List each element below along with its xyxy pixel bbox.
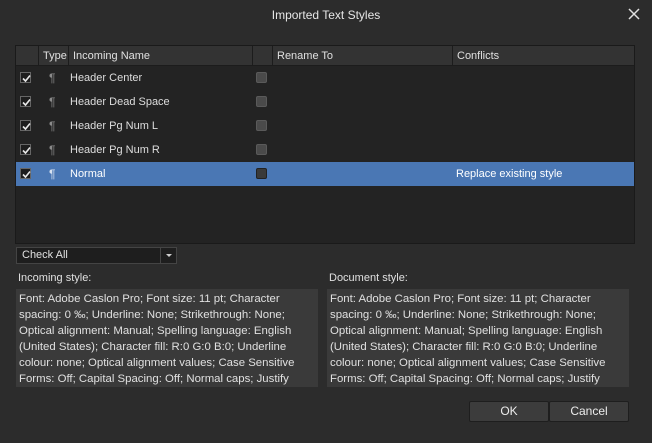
document-style-label: Document style: xyxy=(329,272,408,284)
incoming-style-label: Incoming style: xyxy=(18,272,92,284)
check-all-dropdown[interactable]: Check All xyxy=(16,247,177,264)
incoming-name: Header Dead Space xyxy=(70,96,170,108)
table-row[interactable]: ¶ Header Center xyxy=(16,66,634,90)
title-bar: Imported Text Styles xyxy=(0,0,652,30)
column-header-check xyxy=(16,46,38,66)
column-header-rename-to[interactable]: Rename To xyxy=(272,46,452,66)
dialog-title: Imported Text Styles xyxy=(271,8,381,22)
close-icon[interactable] xyxy=(626,6,642,22)
column-header-conflicts[interactable]: Conflicts xyxy=(452,46,636,66)
table-row-selected[interactable]: ¶ Normal Replace existing style xyxy=(16,162,634,186)
conflict-action[interactable]: Replace existing style xyxy=(456,162,562,186)
column-header-rename-check xyxy=(252,46,272,66)
checkmark-icon xyxy=(22,146,31,155)
checkmark-icon xyxy=(22,170,31,179)
rename-checkbox[interactable] xyxy=(256,144,267,155)
table-row[interactable]: ¶ Header Pg Num R xyxy=(16,138,634,162)
incoming-name: Normal xyxy=(70,168,106,180)
dropdown-value: Check All xyxy=(22,249,68,261)
incoming-name: Header Center xyxy=(70,72,143,84)
incoming-name: Header Pg Num R xyxy=(70,144,160,156)
column-header-type[interactable]: Type xyxy=(38,46,68,66)
chevron-down-icon[interactable] xyxy=(160,248,176,263)
styles-table: Type Incoming Name Rename To Conflicts ¶… xyxy=(15,45,635,244)
paragraph-style-icon: ¶ xyxy=(49,143,56,157)
table-row[interactable]: ¶ Header Pg Num L xyxy=(16,114,634,138)
rename-checkbox[interactable] xyxy=(256,96,267,107)
document-style-text: Font: Adobe Caslon Pro; Font size: 11 pt… xyxy=(327,289,629,387)
rename-checkbox[interactable] xyxy=(256,120,267,131)
include-checkbox[interactable] xyxy=(20,120,31,131)
paragraph-style-icon: ¶ xyxy=(49,119,56,133)
table-row[interactable]: ¶ Header Dead Space xyxy=(16,90,634,114)
column-header-incoming-name[interactable]: Incoming Name xyxy=(68,46,252,66)
paragraph-style-icon: ¶ xyxy=(49,95,56,109)
include-checkbox[interactable] xyxy=(20,96,31,107)
incoming-name: Header Pg Num L xyxy=(70,120,159,132)
include-checkbox[interactable] xyxy=(20,168,31,179)
ok-button[interactable]: OK xyxy=(469,401,549,422)
incoming-style-text: Font: Adobe Caslon Pro; Font size: 11 pt… xyxy=(16,289,318,387)
include-checkbox[interactable] xyxy=(20,72,31,83)
paragraph-style-icon: ¶ xyxy=(49,167,56,181)
include-checkbox[interactable] xyxy=(20,144,31,155)
table-header: Type Incoming Name Rename To Conflicts xyxy=(16,46,634,66)
rename-checkbox[interactable] xyxy=(256,168,267,179)
checkmark-icon xyxy=(22,74,31,83)
checkmark-icon xyxy=(22,122,31,131)
cancel-button[interactable]: Cancel xyxy=(549,401,629,422)
paragraph-style-icon: ¶ xyxy=(49,71,56,85)
checkmark-icon xyxy=(22,98,31,107)
rename-checkbox[interactable] xyxy=(256,72,267,83)
